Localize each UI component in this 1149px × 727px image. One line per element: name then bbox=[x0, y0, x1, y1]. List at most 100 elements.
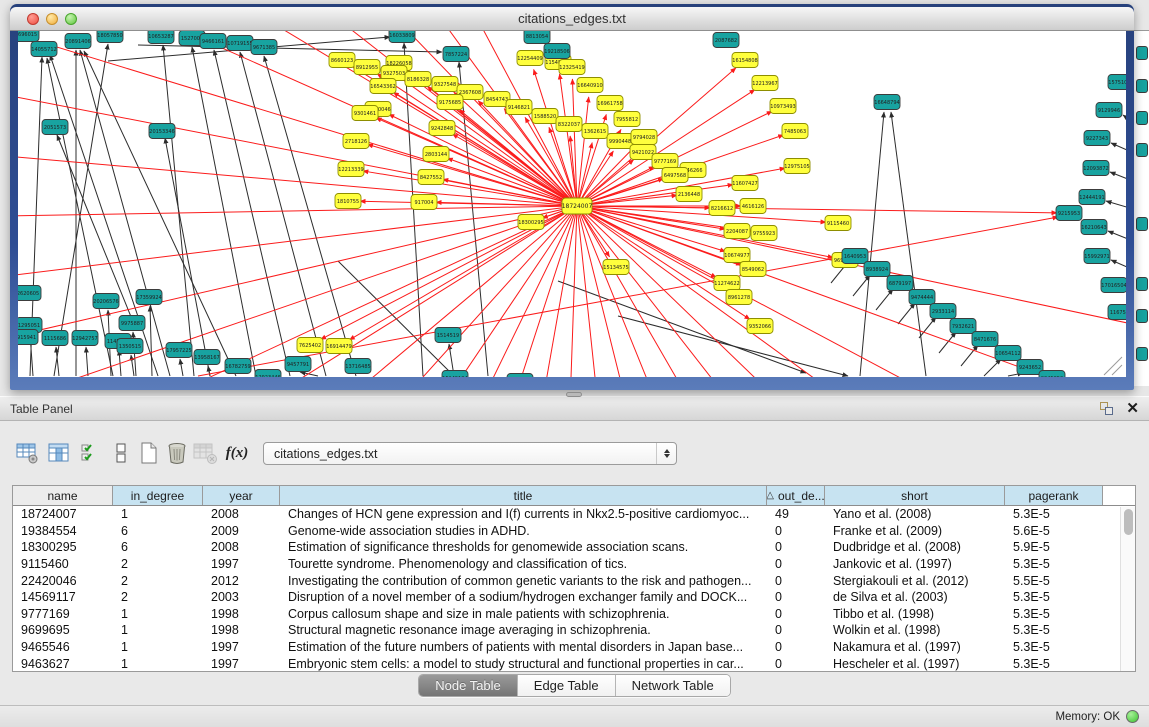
table-cell[interactable]: 1997 bbox=[203, 556, 280, 573]
column-header-pagerank[interactable]: pagerank bbox=[1005, 486, 1103, 505]
table-cell[interactable]: 5.3E-5 bbox=[1005, 506, 1103, 523]
table-cell[interactable]: 1 bbox=[113, 655, 203, 672]
table-cell[interactable]: 2 bbox=[113, 556, 203, 573]
table-cell[interactable]: 6 bbox=[113, 539, 203, 556]
close-panel-icon[interactable]: ✕ bbox=[1126, 401, 1139, 417]
table-cell[interactable]: 5.3E-5 bbox=[1005, 589, 1103, 606]
table-cell[interactable]: 5.6E-5 bbox=[1005, 523, 1103, 540]
table-cell[interactable]: Estimation of the future numbers of pati… bbox=[280, 639, 767, 656]
citation-edge[interactable] bbox=[1111, 143, 1126, 154]
table-row[interactable]: 911546021997Tourette syndrome. Phenomeno… bbox=[13, 556, 1135, 573]
network-canvas[interactable]: 8660123891295518226058932750316543362818… bbox=[18, 31, 1126, 377]
column-header-name[interactable]: name bbox=[13, 486, 113, 505]
table-cell[interactable]: 1998 bbox=[203, 622, 280, 639]
window-titlebar[interactable]: citations_edges.txt bbox=[10, 7, 1134, 31]
table-cell[interactable]: 2003 bbox=[203, 589, 280, 606]
table-cell[interactable]: de Silva et al. (2003) bbox=[825, 589, 1005, 606]
network-view-window[interactable]: citations_edges.txt 86601238912955182260… bbox=[10, 4, 1134, 390]
citation-edge-red[interactable] bbox=[577, 206, 1057, 213]
citation-edge[interactable] bbox=[54, 44, 108, 376]
column-header-year[interactable]: year bbox=[203, 486, 280, 505]
citation-edge[interactable] bbox=[618, 316, 848, 376]
tab-network-table[interactable]: Network Table bbox=[616, 675, 730, 696]
table-cell[interactable]: 0 bbox=[767, 589, 825, 606]
table-cell[interactable]: 9463627 bbox=[13, 655, 113, 672]
table-cell[interactable]: 49 bbox=[767, 506, 825, 523]
citation-edge[interactable] bbox=[150, 306, 152, 376]
citation-edge[interactable] bbox=[1123, 115, 1126, 126]
table-cell[interactable]: 19384554 bbox=[13, 523, 113, 540]
table-cell[interactable]: 0 bbox=[767, 639, 825, 656]
table-cell[interactable]: 2008 bbox=[203, 539, 280, 556]
table-cell[interactable]: 5.3E-5 bbox=[1005, 655, 1103, 672]
table-vertical-scrollbar[interactable] bbox=[1120, 507, 1135, 671]
table-cell[interactable]: Tourette syndrome. Phenomenology and cla… bbox=[280, 556, 767, 573]
citation-edge[interactable] bbox=[1111, 260, 1126, 271]
citation-edge[interactable] bbox=[1110, 172, 1126, 183]
table-cell[interactable]: 0 bbox=[767, 572, 825, 589]
table-cell[interactable]: 22420046 bbox=[13, 572, 113, 589]
table-cell[interactable]: 9465546 bbox=[13, 639, 113, 656]
table-cell[interactable]: 5.3E-5 bbox=[1005, 639, 1103, 656]
table-row[interactable]: 969969511998Structural magnetic resonanc… bbox=[13, 622, 1135, 639]
table-cell[interactable]: Changes of HCN gene expression and I(f) … bbox=[280, 506, 767, 523]
attribute-table[interactable]: namein_degreeyeartitle△out_de...shortpag… bbox=[12, 485, 1136, 672]
table-cell[interactable]: Tibbo et al. (1998) bbox=[825, 606, 1005, 623]
table-cell[interactable]: 5.3E-5 bbox=[1005, 606, 1103, 623]
table-cell[interactable]: Structural magnetic resonance image aver… bbox=[280, 622, 767, 639]
citation-edge[interactable] bbox=[131, 355, 134, 376]
delete-column-icon[interactable] bbox=[164, 440, 190, 466]
table-row[interactable]: 1456911722003Disruption of a novel membe… bbox=[13, 589, 1135, 606]
table-cell[interactable]: 2 bbox=[113, 572, 203, 589]
table-cell[interactable]: 5.3E-5 bbox=[1005, 556, 1103, 573]
table-cell[interactable]: 1 bbox=[113, 622, 203, 639]
table-cell[interactable]: Nakamura et al. (1997) bbox=[825, 639, 1005, 656]
table-cell[interactable]: 5.5E-5 bbox=[1005, 572, 1103, 589]
table-cell[interactable]: 0 bbox=[767, 523, 825, 540]
table-cell[interactable]: Jankovic et al. (1997) bbox=[825, 556, 1005, 573]
table-row[interactable]: 946362711997Embryonic stem cells: a mode… bbox=[13, 655, 1135, 672]
citation-edge-red[interactable] bbox=[577, 206, 833, 258]
table-cell[interactable]: 1997 bbox=[203, 655, 280, 672]
citation-edge[interactable] bbox=[876, 289, 893, 310]
citation-edge[interactable] bbox=[860, 112, 884, 376]
show-columns-icon[interactable] bbox=[46, 440, 72, 466]
row-height-icon[interactable] bbox=[108, 440, 134, 466]
citation-edge-red[interactable] bbox=[18, 31, 577, 206]
table-cell[interactable]: 9777169 bbox=[13, 606, 113, 623]
table-cell[interactable]: 2012 bbox=[203, 572, 280, 589]
citation-edge-red[interactable] bbox=[376, 118, 577, 206]
table-cell[interactable]: 1997 bbox=[203, 639, 280, 656]
table-cell[interactable]: 1 bbox=[113, 639, 203, 656]
table-cell[interactable]: 18724007 bbox=[13, 506, 113, 523]
scrollbar-thumb[interactable] bbox=[1124, 509, 1133, 535]
table-cell[interactable]: 18300295 bbox=[13, 539, 113, 556]
column-header-out_de[interactable]: △out_de... bbox=[767, 486, 825, 505]
table-cell[interactable]: 2 bbox=[113, 589, 203, 606]
citation-edge[interactable] bbox=[919, 317, 936, 338]
table-cell[interactable]: Wolkin et al. (1998) bbox=[825, 622, 1005, 639]
table-cell[interactable]: Genome-wide association studies in ADHD. bbox=[280, 523, 767, 540]
table-row[interactable]: 2242004622012Investigating the contribut… bbox=[13, 572, 1135, 589]
citation-edge-red[interactable] bbox=[577, 206, 729, 291]
table-cell[interactable]: Estimation of significance thresholds fo… bbox=[280, 539, 767, 556]
column-header-short[interactable]: short bbox=[825, 486, 1005, 505]
table-cell[interactable]: 0 bbox=[767, 655, 825, 672]
citation-edge[interactable] bbox=[984, 359, 1001, 376]
citation-edge[interactable] bbox=[898, 303, 915, 324]
table-cell[interactable]: 9699695 bbox=[13, 622, 113, 639]
table-cell[interactable]: 9115460 bbox=[13, 556, 113, 573]
table-cell[interactable]: Investigating the contribution of common… bbox=[280, 572, 767, 589]
table-cell[interactable]: 5.3E-5 bbox=[1005, 622, 1103, 639]
zoom-window-button[interactable] bbox=[65, 13, 77, 25]
table-row[interactable]: 1872400712008Changes of HCN gene express… bbox=[13, 506, 1135, 523]
citation-edge[interactable] bbox=[961, 345, 978, 366]
table-cell[interactable]: 2009 bbox=[203, 523, 280, 540]
table-cell[interactable]: 6 bbox=[113, 523, 203, 540]
citation-edge[interactable] bbox=[138, 45, 442, 52]
close-window-button[interactable] bbox=[27, 13, 39, 25]
table-cell[interactable]: 2008 bbox=[203, 506, 280, 523]
table-row[interactable]: 946554611997Estimation of the future num… bbox=[13, 639, 1135, 656]
table-cell[interactable]: Franke et al. (2009) bbox=[825, 523, 1005, 540]
table-cell[interactable]: 0 bbox=[767, 622, 825, 639]
